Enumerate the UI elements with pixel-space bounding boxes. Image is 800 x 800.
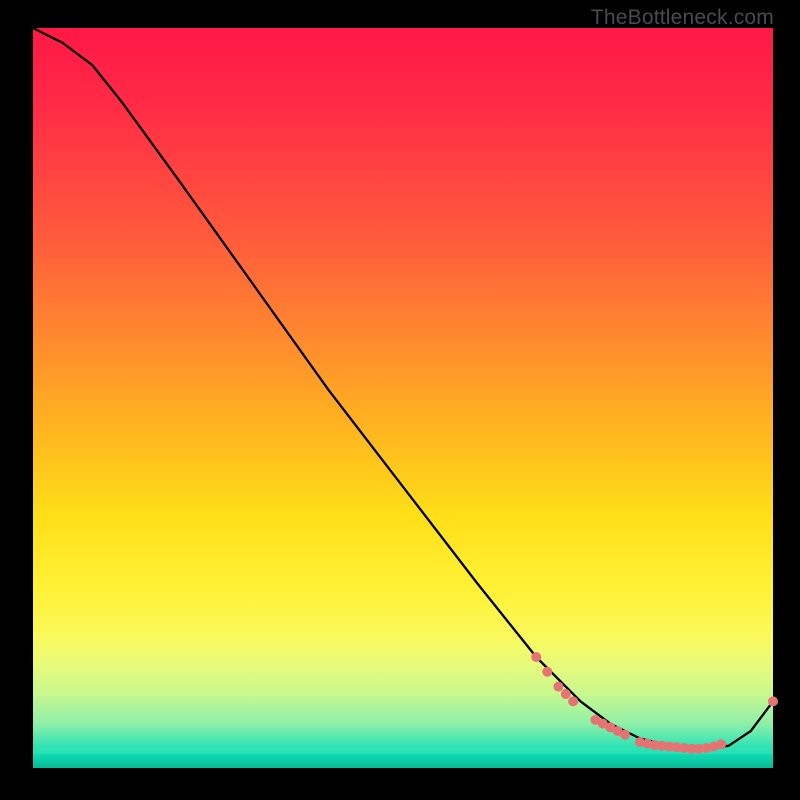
marker-dot xyxy=(561,689,571,699)
marker-dot xyxy=(542,667,552,677)
marker-dot xyxy=(531,652,541,662)
marker-dot xyxy=(620,730,630,740)
marker-dot xyxy=(768,696,778,706)
marker-dot xyxy=(716,739,726,749)
plot-area xyxy=(33,28,773,768)
marker-dot xyxy=(568,696,578,706)
marker-dot xyxy=(553,682,563,692)
curve-path xyxy=(33,28,773,750)
attribution-text: TheBottleneck.com xyxy=(591,6,774,30)
chart-svg xyxy=(33,28,773,768)
chart-stage: TheBottleneck.com xyxy=(0,0,800,800)
